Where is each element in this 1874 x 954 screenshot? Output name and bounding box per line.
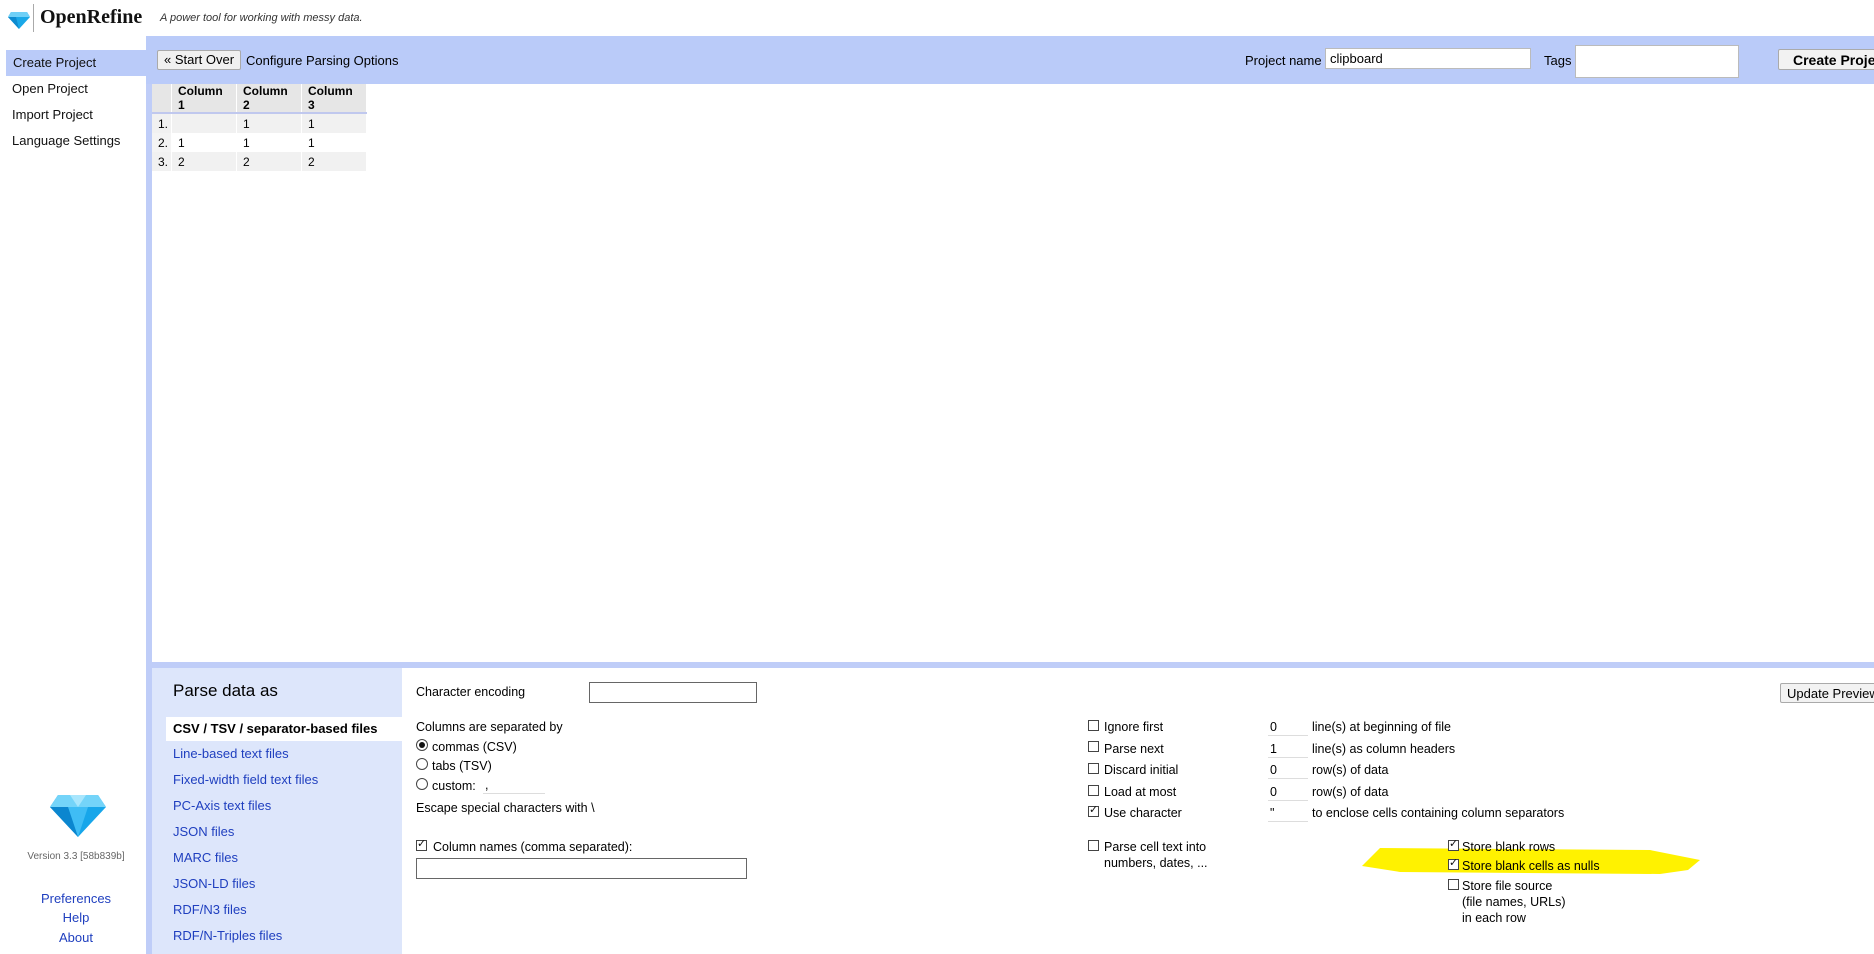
table-corner [152,84,173,114]
project-name-input[interactable] [1325,48,1531,69]
table-cell: 1 [301,133,368,152]
tags-input[interactable] [1575,45,1739,78]
table-cell: 1 [236,113,303,133]
nav-item-language-settings[interactable]: Language Settings [0,128,146,154]
format-pc-axis[interactable]: PC-Axis text files [166,794,402,818]
store-file-source-label: Store file source [1462,879,1553,893]
parse-next-input[interactable] [1268,740,1308,758]
ignore-first-label: Ignore first [1104,720,1164,734]
help-link[interactable]: Help [0,910,152,925]
discard-initial-suffix: row(s) of data [1312,763,1389,777]
load-at-most-checkbox[interactable] [1088,785,1099,796]
store-blank-cells-checkbox[interactable] [1448,856,1459,870]
column-names-checkbox[interactable] [416,837,427,851]
parse-next-label: Parse next [1104,742,1164,756]
app-name[interactable]: OpenRefine [40,6,142,29]
row-number: 3. [152,152,173,171]
openrefine-large-logo-icon [50,795,106,837]
column-header[interactable]: Column 2 [236,84,303,114]
column-header[interactable]: Column 1 [171,84,238,114]
parse-next-suffix: line(s) as column headers [1312,742,1456,756]
parse-cell-text-checkbox[interactable] [1088,840,1099,851]
discard-initial-label: Discard initial [1104,763,1179,777]
load-at-most-label: Load at most [1104,785,1177,799]
logo-divider [33,4,34,32]
escape-label: Escape special characters with \ [416,801,595,815]
nav-item-open-project[interactable]: Open Project [0,76,146,102]
parse-cell-text-label: Parse cell text into [1104,840,1207,854]
table-cell: 2 [171,152,238,171]
left-nav: Create Project Open Project Import Proje… [0,50,146,154]
start-over-button[interactable]: « Start Over [157,50,242,70]
table-cell [171,113,238,133]
use-character-suffix: to enclose cells containing column separ… [1312,806,1565,820]
format-json[interactable]: JSON files [166,820,402,844]
format-marc[interactable]: MARC files [166,846,402,870]
preferences-link[interactable]: Preferences [0,891,152,906]
custom-radio[interactable] [416,778,428,790]
format-fixed-width[interactable]: Fixed-width field text files [166,768,402,792]
parse-data-title: Parse data as [173,681,278,700]
commas-label: commas (CSV) [432,740,517,754]
table-cell: 1 [301,113,368,133]
ignore-first-suffix: line(s) at beginning of file [1312,720,1451,734]
custom-separator-input[interactable] [483,776,545,794]
row-number: 1. [152,113,173,133]
load-at-most-suffix: row(s) of data [1312,785,1389,799]
table-cell: 2 [301,152,368,171]
use-character-input[interactable] [1268,804,1308,822]
commas-radio[interactable] [416,739,428,751]
table-row: 3. 2 2 2 [152,152,368,171]
store-blank-rows-label: Store blank rows [1462,840,1556,854]
format-csv-tsv[interactable]: CSV / TSV / separator-based files [166,717,402,741]
character-encoding-label: Character encoding [416,685,526,699]
tagline: A power tool for working with messy data… [160,12,363,24]
parse-cell-text-label-line2: numbers, dates, ... [1104,856,1208,870]
character-encoding-input[interactable] [589,682,757,703]
custom-label: custom: [432,779,476,793]
format-line-based[interactable]: Line-based text files [166,742,402,766]
tabs-radio[interactable] [416,758,428,770]
format-rdf-ntriples[interactable]: RDF/N-Triples files [166,924,402,948]
store-file-source-label-line2: (file names, URLs) [1462,895,1566,909]
create-project-button[interactable]: Create Project [1778,49,1874,70]
store-blank-rows-checkbox[interactable] [1448,837,1459,851]
nav-item-import-project[interactable]: Import Project [0,102,146,128]
format-json-ld[interactable]: JSON-LD files [166,872,402,896]
configure-parsing-label: Configure Parsing Options [246,53,399,68]
store-file-source-label-line3: in each row [1462,911,1526,925]
discard-initial-input[interactable] [1268,761,1308,779]
use-character-checkbox[interactable] [1088,803,1099,817]
table-cell: 1 [236,133,303,152]
version-label: Version 3.3 [58b839b] [27,851,125,862]
table-row: 2. 1 1 1 [152,133,368,152]
store-blank-cells-label: Store blank cells as nulls [1462,859,1600,873]
table-row: 1. 1 1 [152,113,368,133]
parse-next-checkbox[interactable] [1088,741,1099,752]
ignore-first-checkbox[interactable] [1088,720,1099,731]
column-names-label: Column names (comma separated): [433,840,633,854]
nav-item-create-project[interactable]: Create Project [6,50,146,76]
tags-label: Tags [1544,53,1572,68]
parsing-options-panel [152,668,1874,954]
column-header[interactable]: Column 3 [301,84,368,114]
preview-table: Column 1 Column 2 Column 3 1. 1 1 2. 1 1… [152,84,368,171]
openrefine-logo-icon [8,12,30,29]
project-name-label: Project name [1245,53,1322,68]
use-character-label: Use character [1104,806,1182,820]
tabs-label: tabs (TSV) [432,759,492,773]
update-preview-button[interactable]: Update Preview [1780,683,1874,703]
columns-separated-label: Columns are separated by [416,720,563,734]
store-file-source-checkbox[interactable] [1448,879,1459,890]
load-at-most-input[interactable] [1268,783,1308,801]
table-cell: 1 [171,133,238,152]
ignore-first-input[interactable] [1268,718,1308,736]
about-link[interactable]: About [0,930,152,945]
column-names-input[interactable] [416,858,747,879]
row-number: 2. [152,133,173,152]
table-cell: 2 [236,152,303,171]
preview-area [152,84,1874,662]
format-rdf-n3[interactable]: RDF/N3 files [166,898,402,922]
discard-initial-checkbox[interactable] [1088,763,1099,774]
